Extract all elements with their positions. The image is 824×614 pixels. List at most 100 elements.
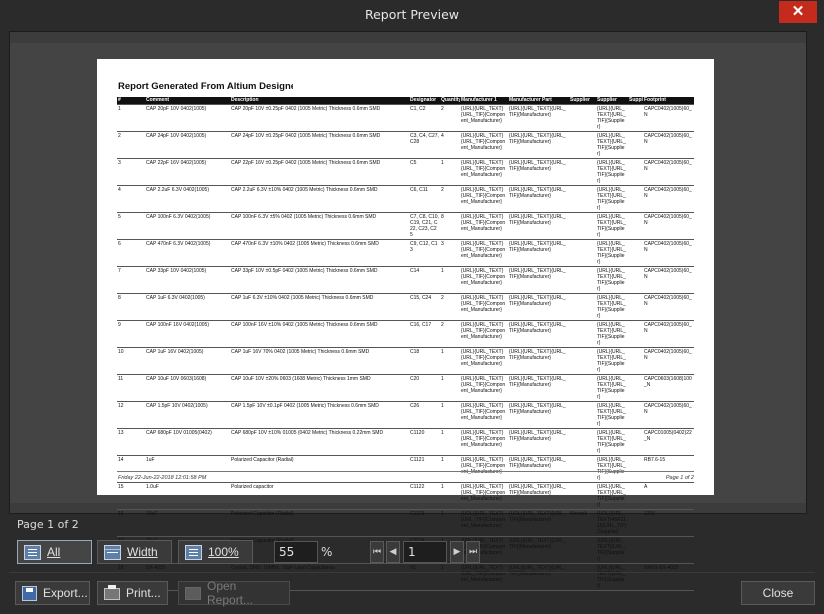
table-cell: {URL}{URL_TEXT}{URL_TIF}{Component_Manuf… [460, 400, 508, 428]
table-header-row: # Comment Description Designator Quantity Man… [117, 97, 694, 104]
table-cell: CAPC0402(1005)60_N [643, 130, 694, 158]
table-cell [628, 373, 643, 401]
table-cell: {URL}{URL_TEXT}{URL_TIF}{Supplier} [596, 427, 628, 455]
table-cell: {URL}{URL_TEXT}{URL_TIF}{Supplier} [596, 400, 628, 428]
table-cell: CAP 24pF 10V ±0.25pF 0402 (1005 Metric) … [230, 130, 409, 158]
fit-all-button[interactable]: All [17, 540, 92, 564]
table-cell: Polarized capacitor [230, 481, 409, 509]
table-cell: 1 [440, 562, 460, 591]
table-cell: CAP 100nF 16V 0402(1005) [145, 319, 230, 347]
table-cell: {URL}{URL_TEXT}{URL_TIF}{Manufacturer} [508, 319, 569, 347]
table-cell: CAP 100nF 16V ±10% 0402 (1005 Metric) Th… [230, 319, 409, 347]
footer-timestamp: Friday 22-Jun-22-2018 12:01:58 PM [118, 475, 207, 481]
page-indicator: Page 1 of 2 [17, 518, 79, 531]
table-cell: {URL}{URL_TEXT}{URL_TIF}{Component_Manuf… [460, 211, 508, 239]
table-cell: {URL}{URL_TEXT}{URL_TIF}{Supplier} [596, 373, 628, 401]
preview-area[interactable]: Report Generated From Altium Designer # C… [9, 31, 807, 591]
table-row: 6 CAP 470nF 6.3V 0402(1005) CAP 470nF 6.3V… [117, 238, 694, 266]
title-bar: Report Preview ✕ [0, 0, 824, 30]
table-cell: {URL}{URL_TEXT}{URL_TIF}{Component_Manuf… [460, 184, 508, 212]
zoom-100-label: 100% [208, 545, 239, 559]
table-cell: {URL}{URL_TEXT}{URL_TIF}{Manufacturer} [508, 400, 569, 428]
zoom-input[interactable]: 55 [274, 541, 318, 563]
next-page-button[interactable]: ▶ [450, 541, 464, 563]
table-cell: CAP 680pF 10V 01005(0402) [145, 427, 230, 455]
table-cell [569, 535, 596, 563]
export-button[interactable]: Export... [15, 581, 90, 605]
table-cell [628, 184, 643, 212]
window-title: Report Preview [364, 7, 460, 22]
close-label: Close [762, 586, 794, 600]
table-cell: 2 [440, 184, 460, 212]
table-cell: {URL}{URL_TEXT}{URL_TIF}{Manufacturer} [508, 481, 569, 509]
fit-all-label: All [47, 545, 61, 559]
table-cell: CAPC0402(1005)60_N [643, 157, 694, 185]
table-cell: CAPC0402(1005)60_N [643, 319, 694, 347]
table-cell [628, 265, 643, 293]
window-close-button[interactable]: ✕ [779, 1, 817, 23]
table-cell [628, 454, 643, 482]
table-cell [569, 157, 596, 185]
table-cell: {URL}{URL_TEXT}{URL_TIF}{Manufacturer} [508, 211, 569, 239]
table-cell: CAP 20pF 10V ±0.25pF 0402 (1005 Metric) … [230, 103, 409, 131]
table-cell: {URL}{URL_TEXT}{URL_TIF}{Manufacturer} [508, 454, 569, 482]
table-cell: A [643, 481, 694, 509]
table-cell [628, 481, 643, 509]
table-cell [569, 562, 596, 591]
table-cell: {URL}{URL_TEXT}{URL_TIF}{Component_Manuf… [460, 508, 508, 536]
floppy-disk-icon [22, 585, 37, 601]
table-cell: 13 [117, 427, 145, 455]
table-row: 7 CAP 33pF 10V 0402(1005) CAP 33pF 10V ±0.… [117, 265, 694, 293]
print-button[interactable]: Print... [97, 581, 168, 605]
zoom-100-button[interactable]: 100% [178, 540, 253, 564]
table-cell: C1122 [409, 481, 440, 509]
fit-width-button[interactable]: Width [97, 540, 172, 564]
printer-icon [104, 585, 120, 600]
table-cell: CAP 1uF 6.3V 0402(1005) [145, 292, 230, 320]
table-cell: CAP 470nF 6.3V 0402(1005) [145, 238, 230, 266]
table-cell: CAPC0402(1005)60_N [643, 103, 694, 131]
report-page: Report Generated From Altium Designer # C… [97, 59, 714, 591]
column-header: Designator [409, 97, 440, 104]
first-page-button[interactable]: ⏮ [370, 541, 384, 563]
table-cell: {URL}{URL_TEXT}{URL_TIF}{Manufacturer} [508, 238, 569, 266]
last-page-button[interactable]: ⏭ [466, 541, 480, 563]
close-button[interactable]: Close [741, 581, 815, 605]
table-cell [569, 427, 596, 455]
table-cell: CAPC0402(1005)60_N [643, 211, 694, 239]
table-cell: {URL}{URL_TEXT}{URL_TIF}{Supplier} [596, 238, 628, 266]
table-cell: {URL}{URL_TEXT}{URL_TIF}{Manufacturer} [508, 427, 569, 455]
table-cell: CAPC0402(1005)60_N [643, 400, 694, 428]
table-cell: CAP 22pF 16V 0402(1005) [145, 157, 230, 185]
table-cell: {URL}{URL_TEXT}{URL_TIF}{Component_Manuf… [460, 265, 508, 293]
table-cell: {URL}{URL_TEXT}{URL_TIF}{Supplier} [596, 103, 628, 131]
fit-width-label: Width [127, 545, 158, 559]
table-cell: CAPC0402(1005)60_N [643, 292, 694, 320]
preview-canvas[interactable]: Report Generated From Altium Designer # C… [10, 43, 806, 591]
table-cell: C20 [409, 373, 440, 401]
table-cell: {URL}{URL_TEXT}{URL_TIF}{Supplier} [596, 292, 628, 320]
folder-icon [185, 586, 201, 600]
table-cell [569, 184, 596, 212]
table-cell: 5 [117, 211, 145, 239]
table-cell: CAP 470nF 6.3V ±10% 0402 (1005 Metric) T… [230, 238, 409, 266]
table-cell: {URL}{URL_TEXT}{URL_TIF}{Supplier} [596, 346, 628, 374]
table-cell: {URL}{URL_TEXT}{URL_TIF}{Manufacturer} [508, 157, 569, 185]
table-cell: {URL}{URL_TEXT}{URL_TIF}{Component_Manuf… [460, 346, 508, 374]
table-cell: CAP 33pF 10V ±0.5pF 0402 (1005 Metric) T… [230, 265, 409, 293]
table-cell: C1, C2 [409, 103, 440, 131]
table-row: 5 CAP 100nF 6.3V 0402(1005) CAP 100nF 6.3V… [117, 211, 694, 239]
page-number-input[interactable]: 1 [403, 541, 447, 563]
table-cell [628, 103, 643, 131]
table-cell: {URL}{URL_TEXT}{URL_TIF}{Component_Manuf… [460, 157, 508, 185]
table-cell: {URL}{URL_TEXT}{URL_TIF}{Component_Manuf… [460, 238, 508, 266]
table-cell: {URL}{URL_TEXT}{URL_TIF}{Manufacturer} [508, 508, 569, 536]
table-cell: CAP 100nF 6.3V 0402(1005) [145, 211, 230, 239]
table-cell: {URL}{URL_TEXT}{URL_TIF}{Component_Manuf… [460, 319, 508, 347]
previous-page-button[interactable]: ◀ [386, 541, 400, 563]
table-cell [569, 103, 596, 131]
table-cell: CAP 1.5pF 10V 0402(1005) [145, 400, 230, 428]
table-cell: {URL}{URL_TEXT}{URL_TIF}{Supplier} [596, 454, 628, 482]
open-report-button[interactable]: Open Report... [178, 579, 290, 607]
table-cell: 1 [440, 400, 460, 428]
